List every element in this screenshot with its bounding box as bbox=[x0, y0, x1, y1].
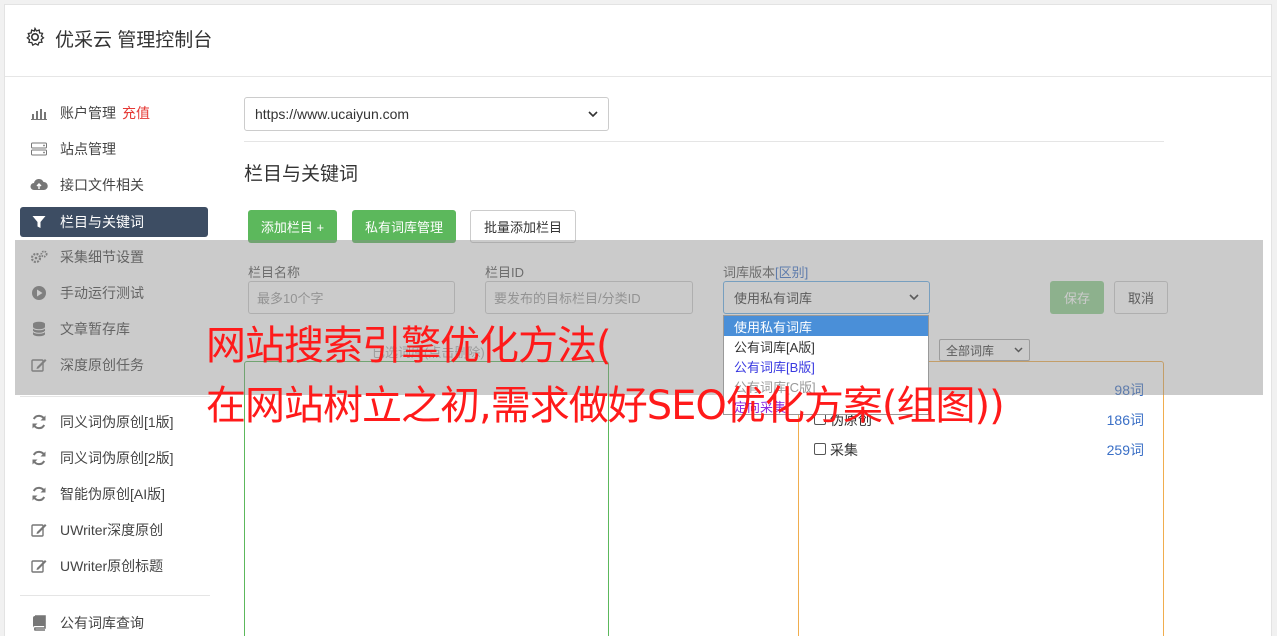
edit-icon bbox=[30, 521, 48, 539]
overlay-headline-line2: 在网站树立之初,需求做好SEO优化方案(组图)) bbox=[206, 383, 1005, 429]
batch-add-button[interactable]: 批量添加栏目 bbox=[470, 210, 576, 243]
dropdown-option[interactable]: 使用私有词库 bbox=[724, 316, 928, 336]
gear-icon bbox=[26, 27, 45, 47]
refresh-icon bbox=[30, 413, 48, 431]
refresh-icon bbox=[30, 485, 48, 503]
lib-name: 采集 bbox=[814, 440, 858, 460]
sidebar-item-label: 站点管理 bbox=[60, 141, 116, 157]
sidebar-item-label: 账户管理 bbox=[60, 105, 116, 121]
sidebar-item-ai-original[interactable]: 智能伪原创[AI版] bbox=[20, 479, 208, 509]
sidebar-item-sites[interactable]: 站点管理 bbox=[20, 134, 208, 164]
sidebar-item-label: 接口文件相关 bbox=[60, 177, 144, 193]
dropdown-option[interactable]: 公有词库[A版] bbox=[724, 336, 928, 356]
bar-chart-icon bbox=[30, 104, 48, 122]
sidebar-item-account[interactable]: 账户管理 充值 bbox=[20, 98, 208, 128]
overlay-headline-line1: 网站搜索引擎优化方法( bbox=[206, 323, 612, 369]
sidebar-divider bbox=[20, 595, 210, 596]
sidebar-item-label: 同义词伪原创[2版] bbox=[60, 450, 174, 466]
checkbox[interactable] bbox=[814, 443, 826, 455]
lib-count: 259词 bbox=[1106, 442, 1144, 458]
edit-icon bbox=[30, 557, 48, 575]
sidebar-item-label: UWriter原创标题 bbox=[60, 558, 164, 574]
server-icon bbox=[30, 140, 48, 158]
book-icon bbox=[30, 614, 48, 632]
recharge-link[interactable]: 充值 bbox=[122, 103, 150, 123]
sidebar-item-synonym-v2[interactable]: 同义词伪原创[2版] bbox=[20, 443, 208, 473]
private-lib-button[interactable]: 私有词库管理 bbox=[352, 210, 456, 243]
add-column-button[interactable]: 添加栏目 + bbox=[248, 210, 337, 243]
cloud-upload-icon bbox=[30, 176, 48, 194]
overlay-band bbox=[15, 240, 1263, 395]
sidebar-item-interface[interactable]: 接口文件相关 bbox=[20, 170, 208, 200]
divider bbox=[244, 141, 1164, 142]
lib-count: 186词 bbox=[1106, 412, 1144, 428]
sidebar-item-label: 栏目与关键词 bbox=[60, 214, 144, 230]
list-item[interactable]: 采集 259词 bbox=[814, 440, 1144, 460]
site-select-value: https://www.ucaiyun.com bbox=[255, 106, 410, 122]
sidebar-item-uwriter-title[interactable]: UWriter原创标题 bbox=[20, 551, 208, 581]
sidebar-divider bbox=[20, 396, 210, 397]
chevron-down-icon bbox=[588, 110, 598, 117]
sidebar-item-synonym-v1[interactable]: 同义词伪原创[1版] bbox=[20, 407, 208, 437]
sidebar-item-label: 同义词伪原创[1版] bbox=[60, 414, 174, 430]
lib-name-text: 采集 bbox=[830, 442, 858, 458]
site-select[interactable]: https://www.ucaiyun.com bbox=[244, 97, 609, 131]
sidebar-item-label: 公有词库查询 bbox=[60, 615, 144, 631]
sidebar-item-public-lib[interactable]: 公有词库查询 bbox=[20, 608, 208, 636]
sidebar-item-columns[interactable]: 栏目与关键词 bbox=[20, 207, 208, 237]
section-title: 栏目与关键词 bbox=[244, 164, 359, 185]
sidebar-item-label: 智能伪原创[AI版] bbox=[60, 486, 166, 502]
dropdown-option[interactable]: 公有词库[B版] bbox=[724, 356, 928, 376]
sidebar-item-label: UWriter深度原创 bbox=[60, 522, 164, 538]
page-title: 优采云 管理控制台 bbox=[55, 30, 213, 51]
sidebar-item-uwriter-deep[interactable]: UWriter深度原创 bbox=[20, 515, 208, 545]
refresh-icon bbox=[30, 449, 48, 467]
filter-icon bbox=[30, 213, 48, 231]
header: 优采云 管理控制台 bbox=[5, 5, 1271, 77]
